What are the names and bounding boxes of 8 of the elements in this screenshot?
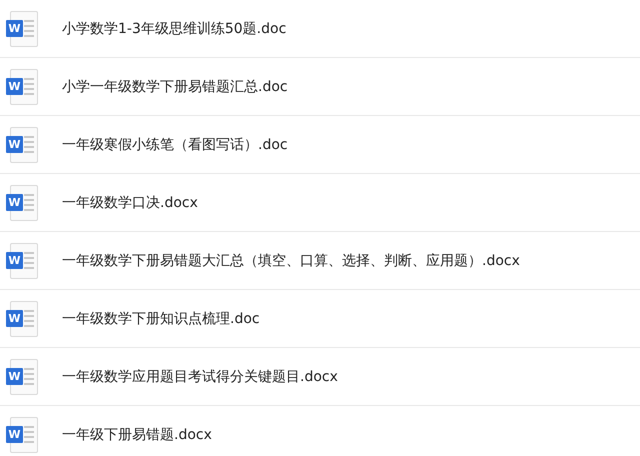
file-name[interactable]: 小学一年级数学下册易错题汇总.doc [62,78,288,96]
file-name[interactable]: 一年级数学应用题目考试得分关键题目.docx [62,368,338,386]
file-name[interactable]: 一年级寒假小练笔（看图写话）.doc [62,136,288,154]
file-name[interactable]: 一年级下册易错题.docx [62,426,212,444]
file-name[interactable]: 一年级数学口决.docx [62,194,198,212]
file-name[interactable]: 一年级数学下册知识点梳理.doc [62,310,260,328]
file-name[interactable]: 一年级数学下册易错题大汇总（填空、口算、选择、判断、应用题）.docx [62,252,520,270]
file-name[interactable]: 小学数学1-3年级思维训练50题.doc [62,20,286,38]
